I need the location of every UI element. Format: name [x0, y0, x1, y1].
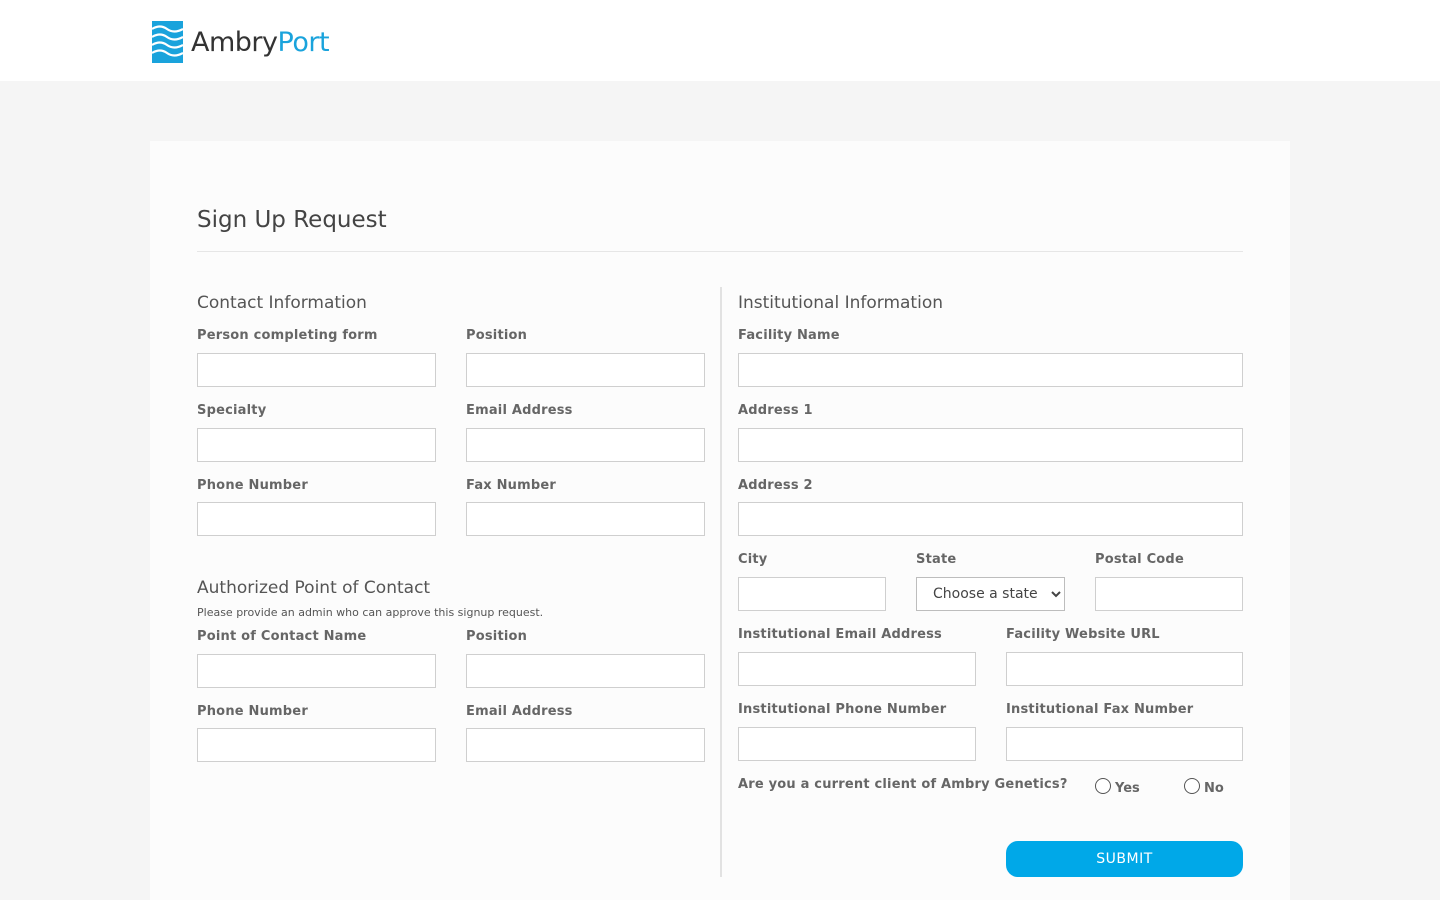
- apoc-note: Please provide an admin who can approve …: [197, 606, 544, 619]
- website-url-input[interactable]: [1006, 652, 1243, 686]
- inst-phone-input[interactable]: [738, 727, 976, 761]
- column-divider: [720, 287, 722, 877]
- inst-phone-label: Institutional Phone Number: [738, 702, 947, 717]
- brand-name: AmbryPort: [191, 26, 330, 58]
- email-input[interactable]: [466, 428, 705, 462]
- page-title: Sign Up Request: [197, 207, 387, 233]
- specialty-input[interactable]: [197, 428, 436, 462]
- client-yes-radio[interactable]: [1095, 778, 1111, 794]
- poc-phone-input[interactable]: [197, 728, 436, 762]
- poc-name-label: Point of Contact Name: [197, 629, 367, 644]
- submit-button[interactable]: SUBMIT: [1006, 841, 1243, 877]
- apoc-heading: Authorized Point of Contact: [197, 578, 431, 598]
- poc-email-label: Email Address: [466, 704, 573, 719]
- person-completing-label: Person completing form: [197, 328, 378, 343]
- current-client-question: Are you a current client of Ambry Geneti…: [738, 777, 1068, 792]
- poc-position-label: Position: [466, 629, 528, 644]
- city-input[interactable]: [738, 577, 886, 611]
- inst-email-input[interactable]: [738, 652, 976, 686]
- inst-email-label: Institutional Email Address: [738, 627, 942, 642]
- address1-label: Address 1: [738, 403, 813, 418]
- facility-name-input[interactable]: [738, 353, 1243, 387]
- address1-input[interactable]: [738, 428, 1243, 462]
- specialty-label: Specialty: [197, 403, 267, 418]
- person-completing-input[interactable]: [197, 353, 436, 387]
- postal-code-label: Postal Code: [1095, 552, 1184, 567]
- title-divider: [197, 251, 1243, 252]
- fax-input[interactable]: [466, 502, 705, 536]
- position-input[interactable]: [466, 353, 705, 387]
- postal-code-input[interactable]: [1095, 577, 1243, 611]
- fax-label: Fax Number: [466, 478, 557, 493]
- phone-label: Phone Number: [197, 478, 308, 493]
- brand-name-ambry: Ambry: [191, 26, 278, 58]
- ambryport-logo[interactable]: AmbryPort: [152, 21, 330, 63]
- wave-logo-icon: [152, 21, 183, 63]
- poc-email-input[interactable]: [466, 728, 705, 762]
- email-label: Email Address: [466, 403, 573, 418]
- client-no-label[interactable]: No: [1204, 781, 1224, 796]
- state-label: State: [916, 552, 957, 567]
- poc-position-input[interactable]: [466, 654, 705, 688]
- poc-phone-label: Phone Number: [197, 704, 308, 719]
- position-label: Position: [466, 328, 528, 343]
- address2-label: Address 2: [738, 478, 813, 493]
- city-label: City: [738, 552, 768, 567]
- address2-input[interactable]: [738, 502, 1243, 536]
- phone-input[interactable]: [197, 502, 436, 536]
- facility-name-label: Facility Name: [738, 328, 840, 343]
- inst-fax-label: Institutional Fax Number: [1006, 702, 1194, 717]
- website-url-label: Facility Website URL: [1006, 627, 1160, 642]
- brand-name-port: Port: [277, 26, 330, 58]
- state-select[interactable]: Choose a state: [916, 577, 1065, 611]
- poc-name-input[interactable]: [197, 654, 436, 688]
- inst-fax-input[interactable]: [1006, 727, 1243, 761]
- client-no-radio[interactable]: [1184, 778, 1200, 794]
- contact-info-heading: Contact Information: [197, 293, 367, 313]
- top-bar: AmbryPort: [0, 0, 1440, 81]
- client-yes-label[interactable]: Yes: [1115, 781, 1140, 796]
- institution-heading: Institutional Information: [738, 293, 943, 313]
